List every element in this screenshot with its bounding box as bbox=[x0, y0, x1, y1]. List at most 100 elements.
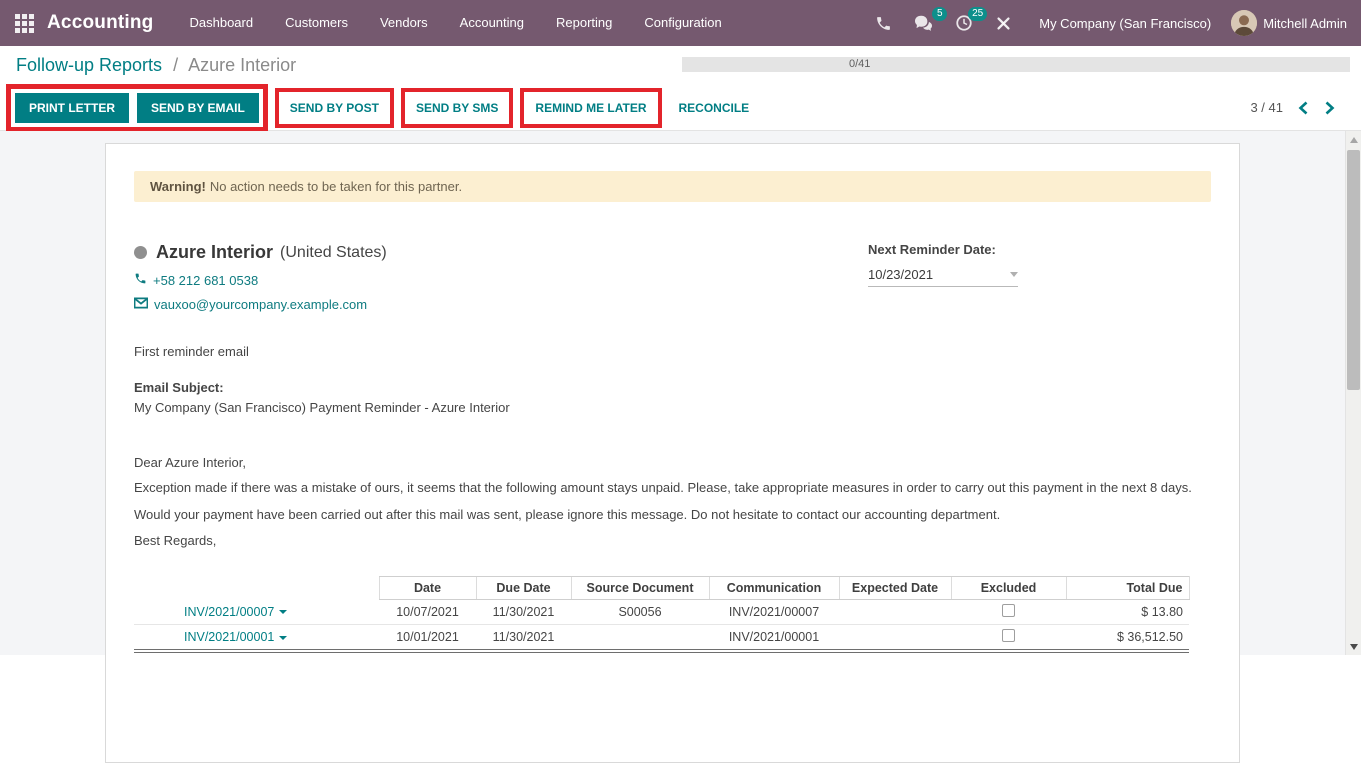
warning-text: No action needs to be taken for this par… bbox=[210, 179, 462, 194]
cell-total-due: $ 13.80 bbox=[1066, 600, 1189, 625]
followup-lines-table: Date Due Date Source Document Communicat… bbox=[134, 576, 1190, 653]
menu-customers[interactable]: Customers bbox=[269, 0, 364, 46]
invoice-link[interactable]: INV/2021/00001 bbox=[184, 630, 274, 644]
email-greeting: Dear Azure Interior, bbox=[134, 453, 1211, 472]
warning-title: Warning! bbox=[150, 179, 206, 194]
email-subject-label: Email Subject: bbox=[134, 380, 1211, 395]
scrollbar-down-arrow-icon[interactable] bbox=[1350, 644, 1358, 650]
messages-button[interactable]: 5 bbox=[903, 0, 944, 46]
phone-icon bbox=[875, 15, 892, 30]
chevron-left-icon bbox=[1298, 103, 1309, 118]
print-letter-button[interactable]: PRINT LETTER bbox=[15, 93, 129, 123]
send-by-sms-button[interactable]: SEND BY SMS bbox=[406, 93, 508, 123]
menu-vendors[interactable]: Vendors bbox=[364, 0, 444, 46]
email-paragraph-1: Exception made if there was a mistake of… bbox=[134, 478, 1211, 497]
chat-bubbles-icon bbox=[914, 15, 933, 30]
next-reminder-label: Next Reminder Date: bbox=[868, 242, 1018, 257]
partner-section: Azure Interior (United States) +58 212 6… bbox=[134, 242, 1211, 312]
tools-icon bbox=[995, 15, 1012, 30]
control-panel-buttons: PRINT LETTER SEND BY EMAIL SEND BY POST … bbox=[0, 85, 1361, 131]
partner-name: Azure Interior bbox=[156, 242, 273, 263]
warning-banner: Warning! No action needs to be taken for … bbox=[134, 171, 1211, 202]
partner-info: Azure Interior (United States) +58 212 6… bbox=[134, 242, 387, 312]
tools-button[interactable] bbox=[984, 0, 1023, 46]
partner-country: (United States) bbox=[280, 244, 387, 262]
breadcrumb: Follow-up Reports / Azure Interior bbox=[16, 55, 296, 76]
menu-dashboard[interactable]: Dashboard bbox=[174, 0, 270, 46]
cell-date: 10/07/2021 bbox=[379, 600, 476, 625]
activities-button[interactable]: 25 bbox=[944, 0, 984, 46]
cell-date: 10/01/2021 bbox=[379, 625, 476, 652]
cell-communication: INV/2021/00007 bbox=[709, 600, 839, 625]
user-name: Mitchell Admin bbox=[1263, 16, 1347, 31]
cell-expected-date bbox=[839, 600, 951, 625]
header-total-due: Total Due bbox=[1066, 577, 1189, 600]
apps-menu-icon[interactable] bbox=[15, 14, 34, 33]
next-reminder-date-value: 10/23/2021 bbox=[868, 267, 933, 282]
annotation-box-print-and-email: PRINT LETTER SEND BY EMAIL bbox=[6, 84, 268, 132]
breadcrumb-parent[interactable]: Follow-up Reports bbox=[16, 55, 162, 75]
menu-accounting[interactable]: Accounting bbox=[444, 0, 540, 46]
email-subject: My Company (San Francisco) Payment Remin… bbox=[134, 400, 1211, 415]
vertical-scrollbar[interactable] bbox=[1345, 131, 1361, 655]
header-ref-blank bbox=[134, 577, 379, 600]
partner-phone-link[interactable]: +58 212 681 0538 bbox=[153, 273, 258, 288]
table-row: INV/2021/00007 10/07/2021 11/30/2021 S00… bbox=[134, 600, 1189, 625]
pager-value: 3 / 41 bbox=[1250, 100, 1283, 115]
content-area: Warning! No action needs to be taken for … bbox=[0, 131, 1361, 655]
cell-expected-date bbox=[839, 625, 951, 652]
user-menu[interactable]: Mitchell Admin bbox=[1231, 10, 1361, 36]
remind-me-later-button[interactable]: REMIND ME LATER bbox=[525, 93, 656, 123]
partner-email-link[interactable]: vauxoo@yourcompany.example.com bbox=[154, 297, 367, 312]
pager-previous-button[interactable] bbox=[1298, 101, 1309, 115]
invoice-caret-icon[interactable] bbox=[279, 610, 287, 614]
excluded-checkbox[interactable] bbox=[1002, 604, 1015, 617]
breadcrumb-separator: / bbox=[173, 55, 178, 75]
cell-due-date: 11/30/2021 bbox=[476, 600, 571, 625]
email-closing: Best Regards, bbox=[134, 531, 1211, 550]
header-date: Date bbox=[379, 577, 476, 600]
header-excluded: Excluded bbox=[951, 577, 1066, 600]
envelope-icon bbox=[134, 297, 148, 312]
progress-bar: 0/41 bbox=[682, 57, 1350, 72]
send-by-email-button[interactable]: SEND BY EMAIL bbox=[137, 93, 259, 123]
annotation-box-send-by-sms: SEND BY SMS bbox=[401, 88, 513, 128]
table-header-row: Date Due Date Source Document Communicat… bbox=[134, 577, 1189, 600]
reconcile-button[interactable]: RECONCILE bbox=[669, 93, 760, 123]
menu-configuration[interactable]: Configuration bbox=[628, 0, 737, 46]
company-switcher[interactable]: My Company (San Francisco) bbox=[1039, 16, 1211, 31]
scrollbar-up-arrow-icon[interactable] bbox=[1350, 137, 1358, 143]
invoice-caret-icon[interactable] bbox=[279, 636, 287, 640]
header-communication: Communication bbox=[709, 577, 839, 600]
cell-communication: INV/2021/00001 bbox=[709, 625, 839, 652]
pager-next-button[interactable] bbox=[1324, 101, 1335, 115]
pager: 3 / 41 bbox=[1250, 100, 1345, 115]
annotation-box-send-by-post: SEND BY POST bbox=[275, 88, 394, 128]
followup-level: First reminder email bbox=[134, 344, 1211, 359]
cell-excluded bbox=[951, 625, 1066, 652]
header-due-date: Due Date bbox=[476, 577, 571, 600]
phone-small-icon bbox=[134, 272, 147, 288]
send-by-post-button[interactable]: SEND BY POST bbox=[280, 93, 389, 123]
progress-label: 0/41 bbox=[849, 57, 870, 72]
cell-total-due: $ 36,512.50 bbox=[1066, 625, 1189, 652]
next-reminder-date-input[interactable]: 10/23/2021 bbox=[868, 267, 1018, 287]
table-row: INV/2021/00001 10/01/2021 11/30/2021 INV… bbox=[134, 625, 1189, 652]
control-panel-top: Follow-up Reports / Azure Interior 0/41 bbox=[0, 46, 1361, 85]
followup-report-sheet: Warning! No action needs to be taken for … bbox=[105, 143, 1240, 763]
menu-reporting[interactable]: Reporting bbox=[540, 0, 628, 46]
excluded-checkbox[interactable] bbox=[1002, 629, 1015, 642]
email-paragraph-2: Would your payment have been carried out… bbox=[134, 505, 1211, 524]
annotation-box-remind-me-later: REMIND ME LATER bbox=[520, 88, 661, 128]
header-source-document: Source Document bbox=[571, 577, 709, 600]
header-expected-date: Expected Date bbox=[839, 577, 951, 600]
avatar bbox=[1231, 10, 1257, 36]
invoice-link[interactable]: INV/2021/00007 bbox=[184, 605, 274, 619]
phone-button[interactable] bbox=[864, 0, 903, 46]
cell-source-document bbox=[571, 625, 709, 652]
main-menu: Dashboard Customers Vendors Accounting R… bbox=[174, 0, 738, 46]
scrollbar-thumb[interactable] bbox=[1347, 150, 1360, 390]
app-title: Accounting bbox=[47, 12, 154, 34]
top-navbar: Accounting Dashboard Customers Vendors A… bbox=[0, 0, 1361, 46]
partner-status-dot bbox=[134, 246, 147, 259]
